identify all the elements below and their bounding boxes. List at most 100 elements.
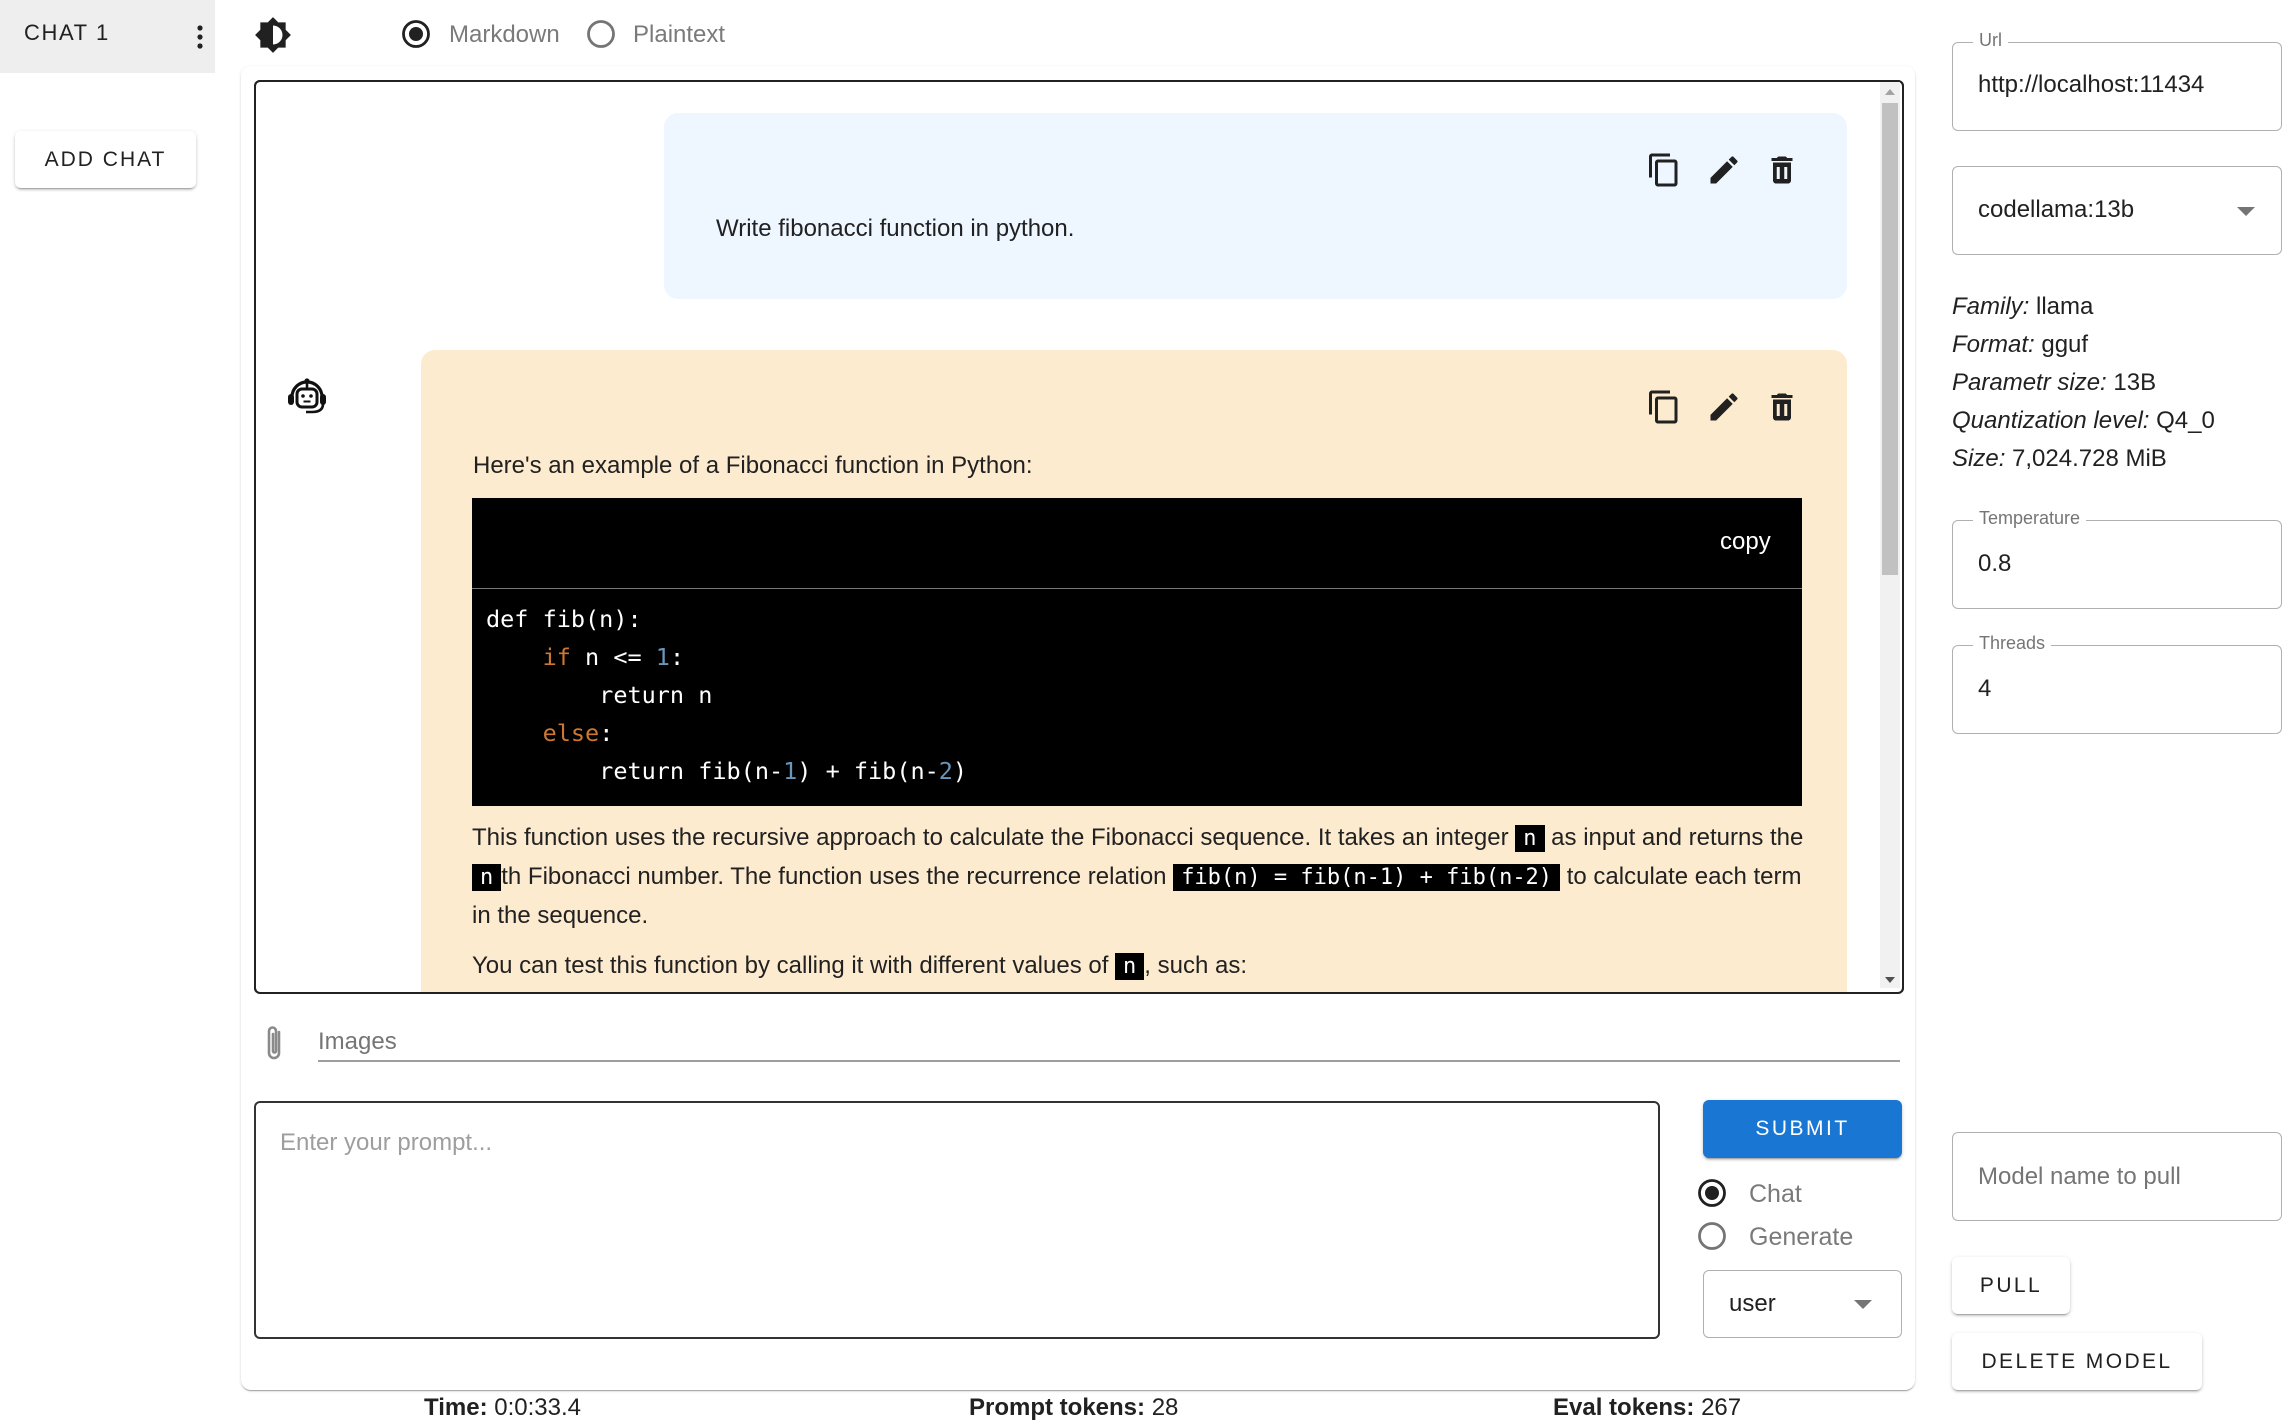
- model-select-value: codellama:13b: [1978, 196, 2135, 223]
- threads-field-label: Threads: [1973, 633, 2052, 654]
- code-keyword: if: [542, 643, 571, 671]
- code-line: return n: [486, 681, 712, 709]
- plaintext-radio-label[interactable]: Plaintext: [633, 21, 725, 49]
- eval-tokens-stat: Eval tokens: 267: [1553, 1394, 1741, 1422]
- add-chat-button[interactable]: ADD CHAT: [15, 131, 196, 188]
- submit-button[interactable]: SUBMIT: [1703, 1100, 1902, 1158]
- model-info-value: 7,024.728 MiB: [2005, 445, 2167, 472]
- code-token: ) + fib(n-: [797, 757, 939, 785]
- model-info-line: Format: gguf: [1952, 331, 2088, 359]
- edit-icon[interactable]: [1706, 152, 1742, 188]
- code-token: def fib(n):: [486, 605, 642, 633]
- model-info-key: Quantization level:: [1952, 407, 2150, 434]
- model-info-line: Parametr size: 13B: [1952, 369, 2156, 397]
- time-stat: Time: 0:0:33.4: [424, 1394, 581, 1422]
- code-keyword: else: [542, 719, 600, 747]
- chat-box-mask: [256, 992, 1912, 1018]
- chat-scrollbar-thumb[interactable]: [1882, 103, 1898, 575]
- assistant-avatar-icon: [282, 370, 332, 420]
- temperature-field[interactable]: Temperature 0.8: [1952, 508, 2282, 609]
- code-token: :: [599, 719, 614, 747]
- model-info-line: Size: 7,024.728 MiB: [1952, 445, 2167, 473]
- url-field[interactable]: Url http://localhost:11434: [1952, 30, 2282, 131]
- user-message-text: Write fibonacci function in python.: [716, 215, 1075, 242]
- code-block-divider: [472, 588, 1802, 589]
- eval-tokens-label: Eval tokens:: [1553, 1394, 1695, 1421]
- model-info-value: 13B: [2106, 369, 2157, 396]
- code-line: else:: [486, 719, 614, 747]
- code-token: n <=: [570, 643, 656, 671]
- pull-button[interactable]: PULL: [1952, 1257, 2070, 1314]
- assistant-paragraph: You can test this function by calling it…: [472, 947, 1812, 986]
- copy-icon[interactable]: [1646, 389, 1682, 425]
- model-info-key: Format:: [1952, 331, 2035, 358]
- brightness-toggle-icon[interactable]: [254, 16, 292, 54]
- prompt-tokens-stat: Prompt tokens: 28: [969, 1394, 1178, 1422]
- code-line: return fib(n-1) + fib(n-2): [486, 757, 967, 785]
- sidebar-chat-item[interactable]: CHAT 1: [0, 0, 215, 73]
- assistant-paragraph: This function uses the recursive approac…: [472, 819, 1812, 935]
- code-copy-button[interactable]: copy: [1720, 528, 1771, 556]
- copy-icon[interactable]: [1646, 152, 1682, 188]
- scroll-down-arrow-icon[interactable]: [1882, 974, 1898, 986]
- more-vert-icon[interactable]: [190, 22, 210, 52]
- eval-tokens-value: 267: [1701, 1394, 1742, 1421]
- inline-code: n: [1515, 825, 1545, 852]
- inline-code: fib(n) = fib(n-1) + fib(n-2): [1173, 864, 1561, 891]
- prompt-input[interactable]: [254, 1101, 1660, 1339]
- model-info-key: Parametr size:: [1952, 369, 2107, 396]
- code-content: def fib(n): if n <= 1: return n else: re…: [486, 600, 967, 790]
- chevron-down-icon: [2237, 207, 2255, 216]
- paragraph-text: th Fibonacci number. The function uses t…: [501, 863, 1174, 890]
- code-token: return n: [486, 681, 713, 709]
- paragraph-text: You can test this function by calling it…: [472, 952, 1116, 979]
- scroll-up-arrow-icon[interactable]: [1882, 86, 1898, 98]
- chat-item-label: CHAT 1: [24, 20, 110, 45]
- url-field-label: Url: [1973, 30, 2008, 51]
- paragraph-text: This function uses the recursive approac…: [472, 824, 1516, 851]
- model-info-line: Quantization level: Q4_0: [1952, 407, 2215, 435]
- edit-icon[interactable]: [1706, 389, 1742, 425]
- chat-mode-label[interactable]: Chat: [1749, 1180, 1802, 1209]
- threads-field[interactable]: Threads 4: [1952, 633, 2282, 734]
- model-info-value: llama: [2029, 293, 2094, 320]
- chat-mode-radio[interactable]: [1697, 1178, 1727, 1208]
- url-field-value: http://localhost:11434: [1978, 71, 2205, 98]
- code-token: :: [669, 643, 685, 671]
- model-pull-input[interactable]: [1952, 1132, 2282, 1221]
- model-info-line: Family: llama: [1952, 293, 2093, 321]
- model-select[interactable]: codellama:13b: [1952, 166, 2282, 255]
- inline-code: n: [472, 864, 502, 891]
- temperature-field-value: 0.8: [1978, 550, 2012, 577]
- model-info-key: Size:: [1952, 445, 2006, 472]
- generate-mode-radio[interactable]: [1697, 1221, 1727, 1251]
- plaintext-radio[interactable]: [586, 19, 616, 49]
- time-label: Time:: [424, 1394, 488, 1421]
- delete-model-button[interactable]: DELETE MODEL: [1952, 1333, 2202, 1390]
- time-value: 0:0:33.4: [494, 1394, 581, 1421]
- inline-code: n: [1115, 953, 1145, 980]
- user-message: [664, 113, 1847, 299]
- delete-icon[interactable]: [1764, 152, 1800, 188]
- paragraph-text: , such as:: [1144, 952, 1248, 979]
- model-info-key: Family:: [1952, 293, 2030, 320]
- code-number: 1: [655, 643, 670, 671]
- model-info-value: gguf: [2034, 331, 2089, 358]
- code-number: 1: [783, 757, 798, 785]
- chevron-down-icon: [1854, 1300, 1872, 1309]
- threads-field-value: 4: [1978, 675, 1992, 702]
- role-select[interactable]: user: [1703, 1270, 1902, 1338]
- markdown-radio-label[interactable]: Markdown: [449, 21, 560, 49]
- delete-icon[interactable]: [1764, 389, 1800, 425]
- paragraph-text: as input and returns the: [1544, 824, 1804, 851]
- temperature-field-label: Temperature: [1973, 508, 2087, 529]
- code-number: 2: [938, 757, 953, 785]
- attach-file-icon[interactable]: [259, 1023, 289, 1063]
- role-select-value: user: [1729, 1290, 1776, 1317]
- code-token: ): [952, 757, 968, 785]
- generate-mode-label[interactable]: Generate: [1749, 1223, 1853, 1252]
- markdown-radio[interactable]: [401, 19, 431, 49]
- images-input[interactable]: [318, 1024, 1900, 1062]
